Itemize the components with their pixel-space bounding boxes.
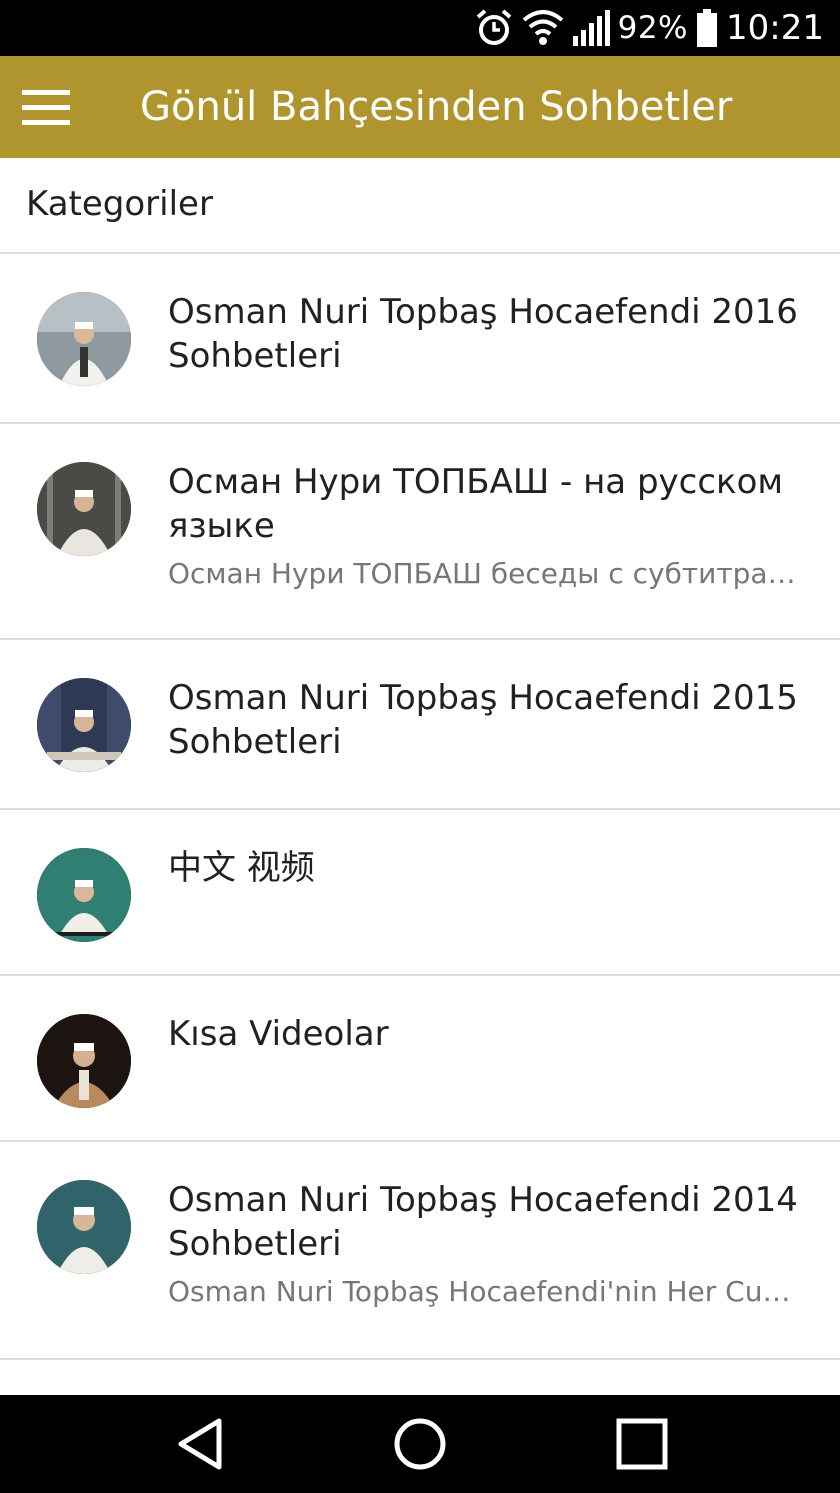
list-item-text: Osman Nuri Topbaş Hocaefendi 2016 Sohbet… bbox=[168, 290, 802, 378]
list-item-title: Osman Nuri Topbaş Hocaefendi 2016 Sohbet… bbox=[168, 292, 798, 376]
status-bar: 92% 10:21 bbox=[0, 0, 840, 56]
list-item[interactable]: Осман Нури ТОПБАШ - на русском языке Осм… bbox=[0, 424, 840, 640]
list-item-text: Osman Nuri Topbaş Hocaefendi 2015 Sohbet… bbox=[168, 676, 802, 764]
list-item-text: Осман Нури ТОПБАШ - на русском языке Осм… bbox=[168, 460, 802, 594]
list-item[interactable]: 中文 视频 bbox=[0, 810, 840, 976]
avatar bbox=[37, 462, 131, 556]
hamburger-menu-icon[interactable] bbox=[22, 84, 72, 130]
back-icon[interactable] bbox=[140, 1395, 260, 1493]
list-item-title: Осман Нури ТОПБАШ - на русском языке bbox=[168, 462, 784, 546]
list-item[interactable]: Osman Nuri Topbaş Hocaefendi 2016 Sohbet… bbox=[0, 254, 840, 424]
list-item-title: Osman Nuri Topbaş Hocaefendi 2014 Sohbet… bbox=[168, 1180, 798, 1264]
battery-percent: 92% bbox=[617, 10, 689, 46]
alarm-icon bbox=[474, 8, 514, 48]
wifi-icon bbox=[522, 10, 564, 46]
navigation-bar bbox=[0, 1395, 840, 1493]
avatar bbox=[37, 1014, 131, 1108]
list-item-subtitle: Osman Nuri Topbaş Hocaefendi'nin Her Cum… bbox=[168, 1275, 802, 1308]
section-title: Kategoriler bbox=[26, 184, 213, 224]
list-item-title: Osman Nuri Topbaş Hocaefendi 2015 Sohbet… bbox=[168, 678, 798, 762]
list-item-text: Kısa Videolar bbox=[168, 1012, 802, 1056]
status-icons: 92% 10:21 bbox=[474, 0, 824, 56]
avatar bbox=[37, 848, 131, 942]
list-item-subtitle: Осман Нури ТОПБАШ беседы с субтитрами bbox=[168, 557, 802, 590]
recents-icon[interactable] bbox=[582, 1395, 702, 1493]
home-icon[interactable] bbox=[360, 1395, 480, 1493]
list-item-text: 中文 视频 bbox=[168, 846, 802, 890]
list-item-title: Kısa Videolar bbox=[168, 1014, 389, 1054]
battery-icon bbox=[696, 9, 718, 47]
list-item[interactable]: Osman Nuri Topbaş Hocaefendi 2015 Sohbet… bbox=[0, 640, 840, 810]
app-title: Gönül Bahçesinden Sohbetler bbox=[140, 84, 733, 130]
category-list: Osman Nuri Topbaş Hocaefendi 2016 Sohbet… bbox=[0, 254, 840, 1360]
list-item-text: Osman Nuri Topbaş Hocaefendi 2014 Sohbet… bbox=[168, 1178, 802, 1312]
list-item[interactable]: Kısa Videolar bbox=[0, 976, 840, 1142]
avatar bbox=[37, 1180, 131, 1274]
list-item-title: 中文 视频 bbox=[168, 848, 315, 888]
app-bar: Gönül Bahçesinden Sohbetler bbox=[0, 56, 840, 158]
signal-icon bbox=[572, 10, 610, 46]
avatar bbox=[37, 678, 131, 772]
avatar bbox=[37, 292, 131, 386]
section-header: Kategoriler bbox=[0, 158, 840, 254]
list-item[interactable]: Osman Nuri Topbaş Hocaefendi 2014 Sohbet… bbox=[0, 1142, 840, 1360]
clock: 10:21 bbox=[726, 8, 824, 48]
